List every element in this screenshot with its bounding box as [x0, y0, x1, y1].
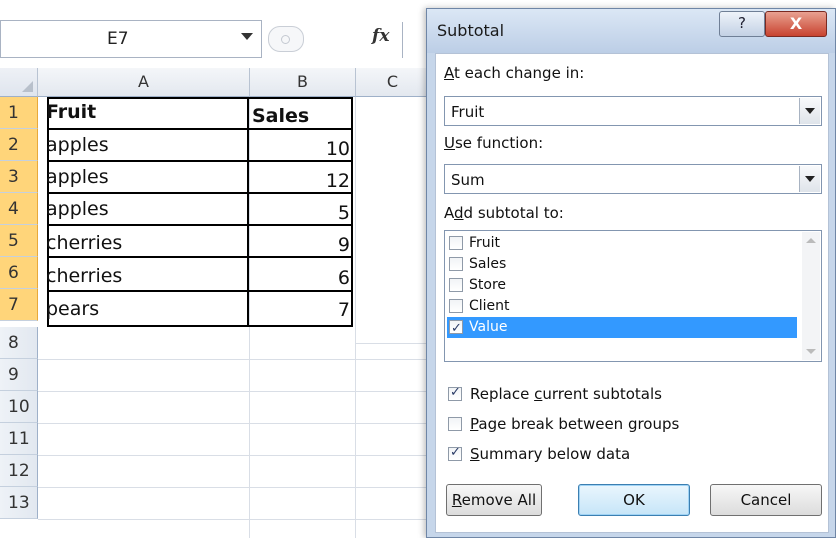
- row-header-12[interactable]: 12: [0, 455, 38, 487]
- row-header-8[interactable]: 8: [0, 327, 38, 359]
- row-header-7[interactable]: 7: [0, 289, 38, 321]
- cancel-button[interactable]: Cancel: [710, 484, 822, 516]
- scroll-down-icon[interactable]: [806, 349, 816, 354]
- summary-below-label: Summary below data: [470, 445, 631, 463]
- cell-b6[interactable]: 6: [250, 262, 350, 294]
- name-box-dropdown-icon[interactable]: [241, 33, 253, 40]
- column-header-b[interactable]: B: [250, 68, 356, 97]
- field-checkbox-client[interactable]: [449, 299, 463, 313]
- row-header-5[interactable]: 5: [0, 225, 38, 257]
- at-each-change-label: At each change in:: [444, 64, 585, 82]
- excel-sheet: E7 fx A B C 1 2 3 4 5 6 7 8 9 10 11 12 1…: [0, 0, 431, 538]
- replace-current-label: Replace current subtotals: [470, 385, 662, 403]
- field-label-client: Client: [469, 298, 510, 314]
- field-item-fruit[interactable]: Fruit: [447, 233, 797, 254]
- gridline: [38, 487, 430, 488]
- table-divider: [247, 97, 249, 327]
- field-item-client[interactable]: Client: [447, 296, 797, 317]
- at-each-change-select[interactable]: Fruit: [444, 96, 822, 126]
- gridline: [38, 423, 430, 424]
- add-subtotal-label: Add subtotal to:: [444, 204, 564, 222]
- formula-cancel-icon[interactable]: [268, 26, 304, 52]
- summary-below-checkbox[interactable]: [448, 445, 462, 461]
- use-function-label: Use function:: [444, 134, 544, 152]
- row-header-13[interactable]: 13: [0, 487, 38, 519]
- gridline: [38, 391, 430, 392]
- gridline: [38, 519, 430, 520]
- gridline: [355, 97, 356, 538]
- cell-a3[interactable]: apples: [46, 161, 246, 193]
- gridline: [356, 343, 430, 344]
- close-button[interactable]: X: [765, 11, 827, 37]
- row-header-6[interactable]: 6: [0, 257, 38, 289]
- chevron-down-icon[interactable]: [799, 98, 820, 124]
- at-each-change-value: Fruit: [451, 103, 485, 121]
- cell-b5[interactable]: 9: [250, 229, 350, 261]
- cell-a4[interactable]: apples: [46, 193, 246, 225]
- insert-function-icon[interactable]: fx: [372, 26, 389, 46]
- column-header-c[interactable]: C: [356, 68, 430, 97]
- cell-b1[interactable]: Sales: [252, 100, 352, 132]
- replace-current-checkbox[interactable]: [448, 385, 462, 401]
- select-all-corner[interactable]: [0, 68, 38, 97]
- field-checkbox-fruit[interactable]: [449, 236, 463, 250]
- list-scrollbar[interactable]: [802, 232, 820, 360]
- scroll-up-icon[interactable]: [806, 238, 816, 243]
- field-checkbox-sales[interactable]: [449, 257, 463, 271]
- cell-a7[interactable]: pears: [46, 293, 246, 325]
- ok-button[interactable]: OK: [578, 484, 690, 516]
- subtotal-dialog: Subtotal ? X At each change in: Fruit Us…: [426, 8, 836, 538]
- name-box-value: E7: [107, 29, 129, 49]
- gridline: [38, 455, 430, 456]
- chevron-down-icon[interactable]: [799, 166, 820, 192]
- dialog-titlebar[interactable]: Subtotal ? X: [427, 9, 835, 53]
- gridline: [38, 359, 430, 360]
- use-function-select[interactable]: Sum: [444, 164, 822, 194]
- cell-a2[interactable]: apples: [46, 129, 246, 161]
- cell-a1[interactable]: Fruit: [46, 96, 246, 128]
- dialog-body: At each change in: Fruit Use function: S…: [435, 53, 829, 533]
- field-checkbox-value[interactable]: [449, 318, 463, 339]
- remove-all-button[interactable]: Remove All: [446, 484, 542, 516]
- cell-b4[interactable]: 5: [250, 197, 350, 229]
- cell-b2[interactable]: 10: [250, 133, 350, 165]
- page-break-label: Page break between groups: [470, 415, 680, 433]
- row-header-9[interactable]: 9: [0, 359, 38, 391]
- field-checkbox-store[interactable]: [449, 278, 463, 292]
- dialog-title: Subtotal: [437, 21, 505, 40]
- row-header-10[interactable]: 10: [0, 391, 38, 423]
- help-button[interactable]: ?: [719, 11, 765, 37]
- use-function-value: Sum: [451, 171, 485, 189]
- add-subtotal-list[interactable]: Fruit Sales Store Client Value: [444, 230, 822, 362]
- cell-b3[interactable]: 12: [250, 165, 350, 197]
- field-label-fruit: Fruit: [469, 235, 501, 251]
- row-header-3[interactable]: 3: [0, 161, 38, 193]
- row-header-1[interactable]: 1: [0, 97, 38, 129]
- field-item-store[interactable]: Store: [447, 275, 797, 296]
- column-header-a[interactable]: A: [38, 68, 250, 97]
- row-header-2[interactable]: 2: [0, 129, 38, 161]
- row-header-4[interactable]: 4: [0, 193, 38, 225]
- field-label-value: Value: [469, 319, 508, 335]
- name-box[interactable]: E7: [0, 20, 262, 58]
- field-item-value[interactable]: Value: [447, 317, 797, 339]
- cell-a5[interactable]: cherries: [46, 227, 246, 259]
- cell-a6[interactable]: cherries: [46, 260, 246, 292]
- field-label-sales: Sales: [469, 256, 507, 272]
- field-item-sales[interactable]: Sales: [447, 254, 797, 275]
- field-label-store: Store: [469, 277, 507, 293]
- row-header-11[interactable]: 11: [0, 423, 38, 455]
- page-break-checkbox[interactable]: [448, 417, 462, 431]
- cell-b7[interactable]: 7: [250, 294, 350, 326]
